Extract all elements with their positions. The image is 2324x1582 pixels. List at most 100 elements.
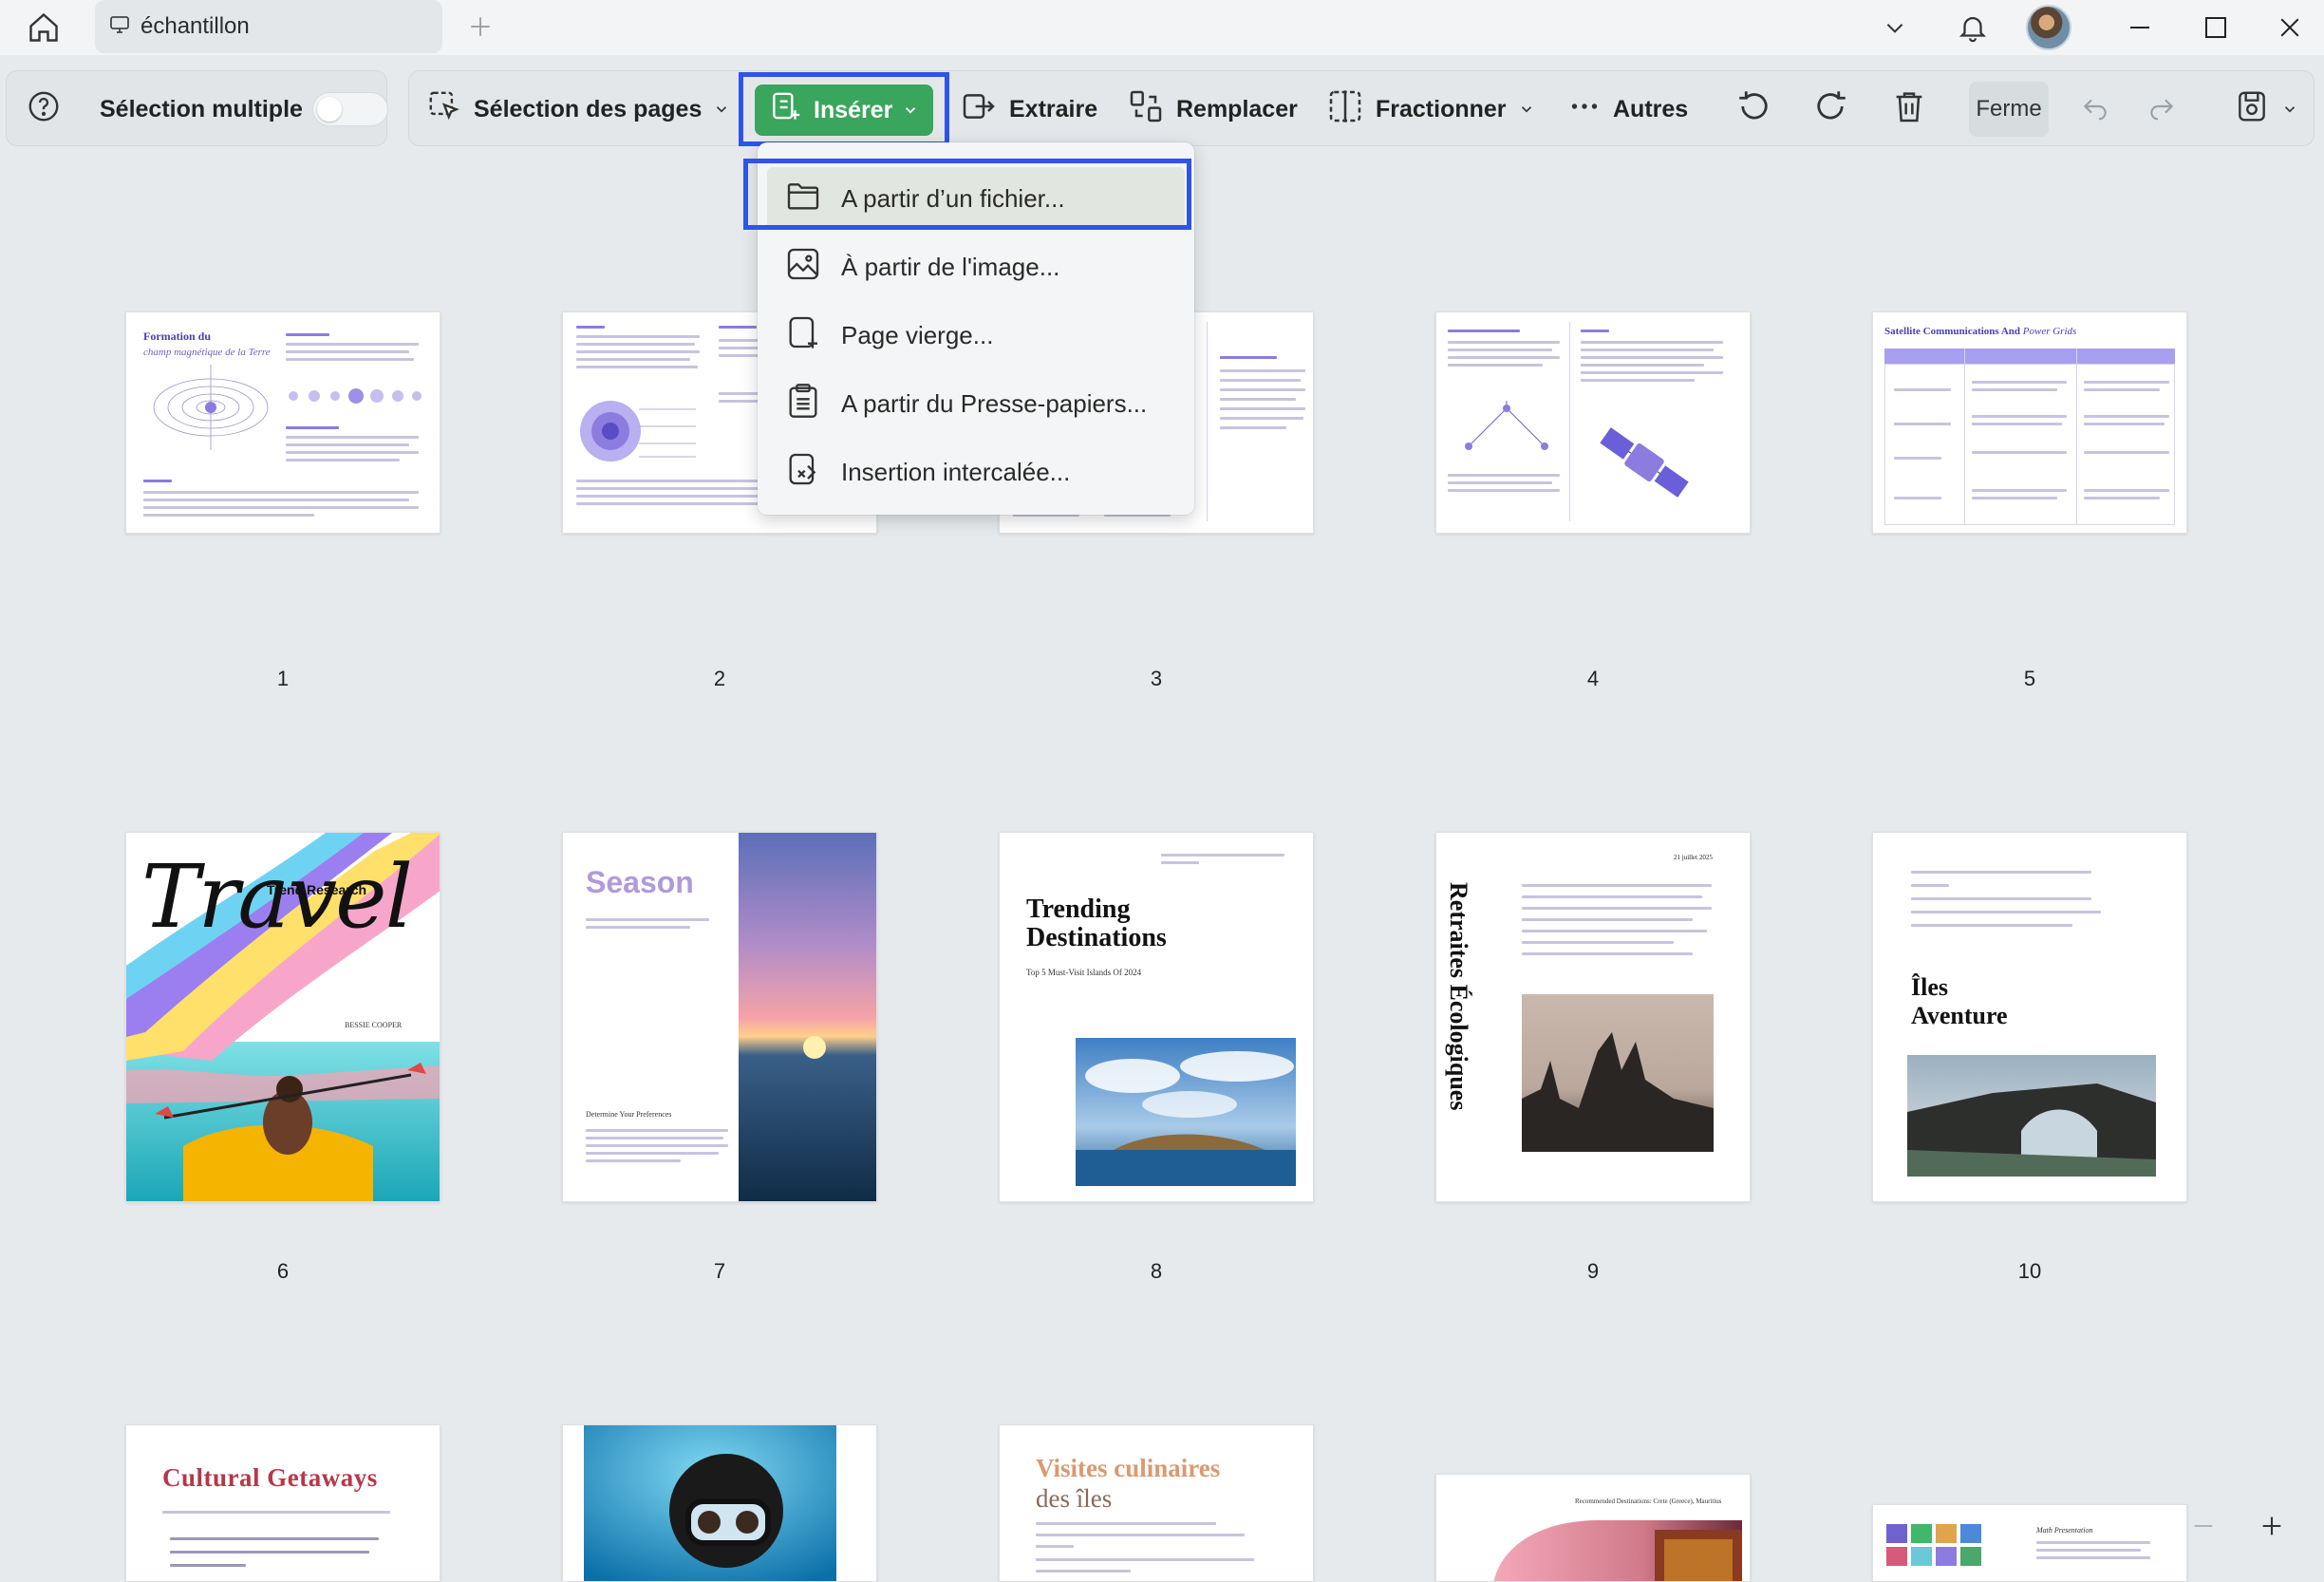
page-1-subtitle: champ magnétique de la Terre bbox=[143, 347, 271, 358]
page-8-title-line2: Destinations bbox=[1026, 923, 1167, 952]
menu-item-from-file[interactable]: A partir d’un fichier... bbox=[767, 167, 1185, 230]
minimize-icon[interactable] bbox=[2119, 0, 2161, 55]
page-13-title-line2: des îles bbox=[1036, 1484, 1113, 1513]
page-number-9: 9 bbox=[1586, 1259, 1600, 1283]
island-photo bbox=[1076, 1038, 1296, 1186]
earth-layers-diagram bbox=[580, 401, 696, 461]
rotate-left-icon bbox=[1734, 86, 1774, 133]
sunset-sea-image bbox=[739, 833, 876, 1201]
save-icon bbox=[2234, 88, 2270, 131]
close-icon[interactable] bbox=[2269, 0, 2311, 55]
page-8-subtitle: Top 5 Must-Visit Islands Of 2024 bbox=[1026, 968, 1142, 977]
multi-select-group: Sélection multiple bbox=[6, 70, 388, 147]
page-thumbnail-9[interactable]: 21 juillet 2025 Retraites Écologiques bbox=[1435, 832, 1751, 1202]
toggle-knob bbox=[317, 97, 342, 122]
plus-icon[interactable] bbox=[461, 8, 499, 46]
redo-icon bbox=[2146, 91, 2177, 128]
menu-item-from-image[interactable]: À partir de l'image... bbox=[767, 235, 1185, 298]
document-tab-title: échantillon bbox=[141, 13, 250, 39]
split-dropdown[interactable]: Fractionner bbox=[1326, 71, 1535, 147]
title-bar: échantillon bbox=[0, 0, 2324, 55]
menu-item-label: Insertion intercalée... bbox=[841, 457, 1071, 486]
menu-item-label: A partir d’un fichier... bbox=[841, 183, 1065, 213]
maximize-icon[interactable] bbox=[2195, 0, 2237, 55]
chevron-down-icon bbox=[1518, 101, 1535, 118]
chevron-down-icon bbox=[713, 101, 730, 118]
split-label: Fractionner bbox=[1376, 95, 1507, 122]
page-7-title: Season bbox=[586, 865, 694, 899]
menu-item-label: Page vierge... bbox=[841, 320, 994, 349]
select-pages-label: Sélection des pages bbox=[474, 95, 703, 122]
help-button[interactable] bbox=[26, 71, 62, 147]
page-6-label: Trend Research bbox=[267, 882, 367, 897]
home-icon[interactable] bbox=[19, 6, 68, 49]
page-1-title: Formation du bbox=[143, 330, 212, 343]
avatar[interactable] bbox=[2026, 5, 2071, 50]
page-thumbnail-10[interactable]: Îles Aventure bbox=[1872, 832, 2187, 1202]
page-9-vertical-title: Retraites Écologiques bbox=[1445, 882, 1472, 1111]
page-thumbnail-8[interactable]: Trending Destinations Top 5 Must-Visit I… bbox=[999, 832, 1314, 1202]
menu-item-from-clipboard[interactable]: A partir du Presse-papiers... bbox=[767, 372, 1185, 435]
page-7-heading: Determine Your Preferences bbox=[586, 1110, 672, 1119]
page-thumbnail-13[interactable]: Visites culinaires des îles bbox=[999, 1424, 1314, 1582]
zoom-in-button[interactable] bbox=[2250, 1502, 2294, 1550]
delete-button[interactable] bbox=[1890, 71, 1928, 147]
replace-label: Remplacer bbox=[1176, 95, 1298, 122]
close-document-button[interactable]: Ferme bbox=[1969, 82, 2049, 137]
extract-button[interactable]: Extraire bbox=[960, 71, 1097, 147]
menu-item-interleave[interactable]: Insertion intercalée... bbox=[767, 441, 1185, 503]
bell-icon[interactable] bbox=[1952, 0, 1994, 55]
page-5-title: Satellite Communications And bbox=[1884, 326, 2021, 337]
clipboard-icon bbox=[784, 382, 822, 426]
page-5-title-italic: Power Grids bbox=[2022, 326, 2077, 337]
undo-button[interactable] bbox=[2080, 71, 2110, 147]
page-number-5: 5 bbox=[2023, 667, 2036, 690]
trash-icon bbox=[1890, 87, 1928, 132]
insert-highlight-frame: Insérer bbox=[739, 72, 949, 146]
page-thumbnail-4[interactable] bbox=[1435, 311, 1751, 534]
page-number-6: 6 bbox=[276, 1259, 290, 1283]
chevron-down-icon[interactable] bbox=[1876, 0, 1914, 55]
insert-dropdown-button[interactable]: Insérer bbox=[755, 85, 933, 136]
page-number-7: 7 bbox=[713, 1259, 726, 1283]
page-number-10: 10 bbox=[2017, 1259, 2042, 1283]
multi-select-toggle[interactable] bbox=[312, 92, 388, 126]
underwater-diver-photo bbox=[584, 1425, 836, 1581]
select-pages-dropdown[interactable]: Sélection des pages bbox=[426, 71, 730, 147]
page-thumbnail-11[interactable]: Cultural Getaways bbox=[125, 1424, 440, 1582]
menu-item-label: A partir du Presse-papiers... bbox=[841, 388, 1148, 418]
redo-button[interactable] bbox=[2146, 71, 2177, 147]
page-number-1: 1 bbox=[276, 667, 290, 690]
page-thumbnail-6[interactable]: Travel Trend Research BESSIE COOPER bbox=[125, 832, 440, 1202]
page-thumbnail-7[interactable]: Season Determine Your Preferences bbox=[562, 832, 877, 1202]
insert-menu: A partir d’un fichier... À partir de l'i… bbox=[758, 142, 1194, 515]
sea-stacks-photo bbox=[1522, 994, 1714, 1152]
page-number-2: 2 bbox=[713, 667, 726, 690]
image-icon bbox=[784, 245, 822, 290]
magnetic-field-diagram bbox=[153, 365, 269, 450]
monitor-icon bbox=[108, 13, 131, 41]
split-icon bbox=[1326, 87, 1364, 132]
document-tab[interactable]: échantillon bbox=[95, 0, 442, 53]
page-thumbnail-15[interactable]: Math Presentation bbox=[1872, 1504, 2187, 1582]
rock-arch-photo bbox=[1907, 1055, 2156, 1177]
folder-icon bbox=[784, 177, 822, 221]
page-thumbnail-5[interactable]: Satellite Communications And Power Grids bbox=[1872, 311, 2187, 534]
save-dropdown[interactable] bbox=[2234, 71, 2298, 147]
page-thumbnail-14[interactable]: Recommended Destinations: Crete (Greece)… bbox=[1435, 1474, 1751, 1582]
page-9-date: 21 juillet 2025 bbox=[1674, 854, 1713, 861]
zoom-out-button[interactable] bbox=[2182, 1502, 2225, 1550]
menu-item-blank-page[interactable]: Page vierge... bbox=[767, 304, 1185, 367]
chevron-down-icon bbox=[902, 102, 919, 119]
replace-button[interactable]: Remplacer bbox=[1127, 71, 1298, 147]
rotate-right-button[interactable] bbox=[1810, 71, 1850, 147]
page-thumbnail-1[interactable]: Formation du champ magnétique de la Terr… bbox=[125, 311, 440, 534]
insert-label: Insérer bbox=[814, 96, 893, 123]
page-number-8: 8 bbox=[1150, 1259, 1163, 1283]
more-button[interactable]: Autres bbox=[1567, 71, 1688, 147]
page-6-author: BESSIE COOPER bbox=[345, 1021, 403, 1029]
page-thumbnail-12[interactable] bbox=[562, 1424, 877, 1582]
table-header bbox=[1884, 348, 2175, 364]
rotate-left-button[interactable] bbox=[1734, 71, 1774, 147]
menu-item-label: À partir de l'image... bbox=[841, 252, 1060, 281]
